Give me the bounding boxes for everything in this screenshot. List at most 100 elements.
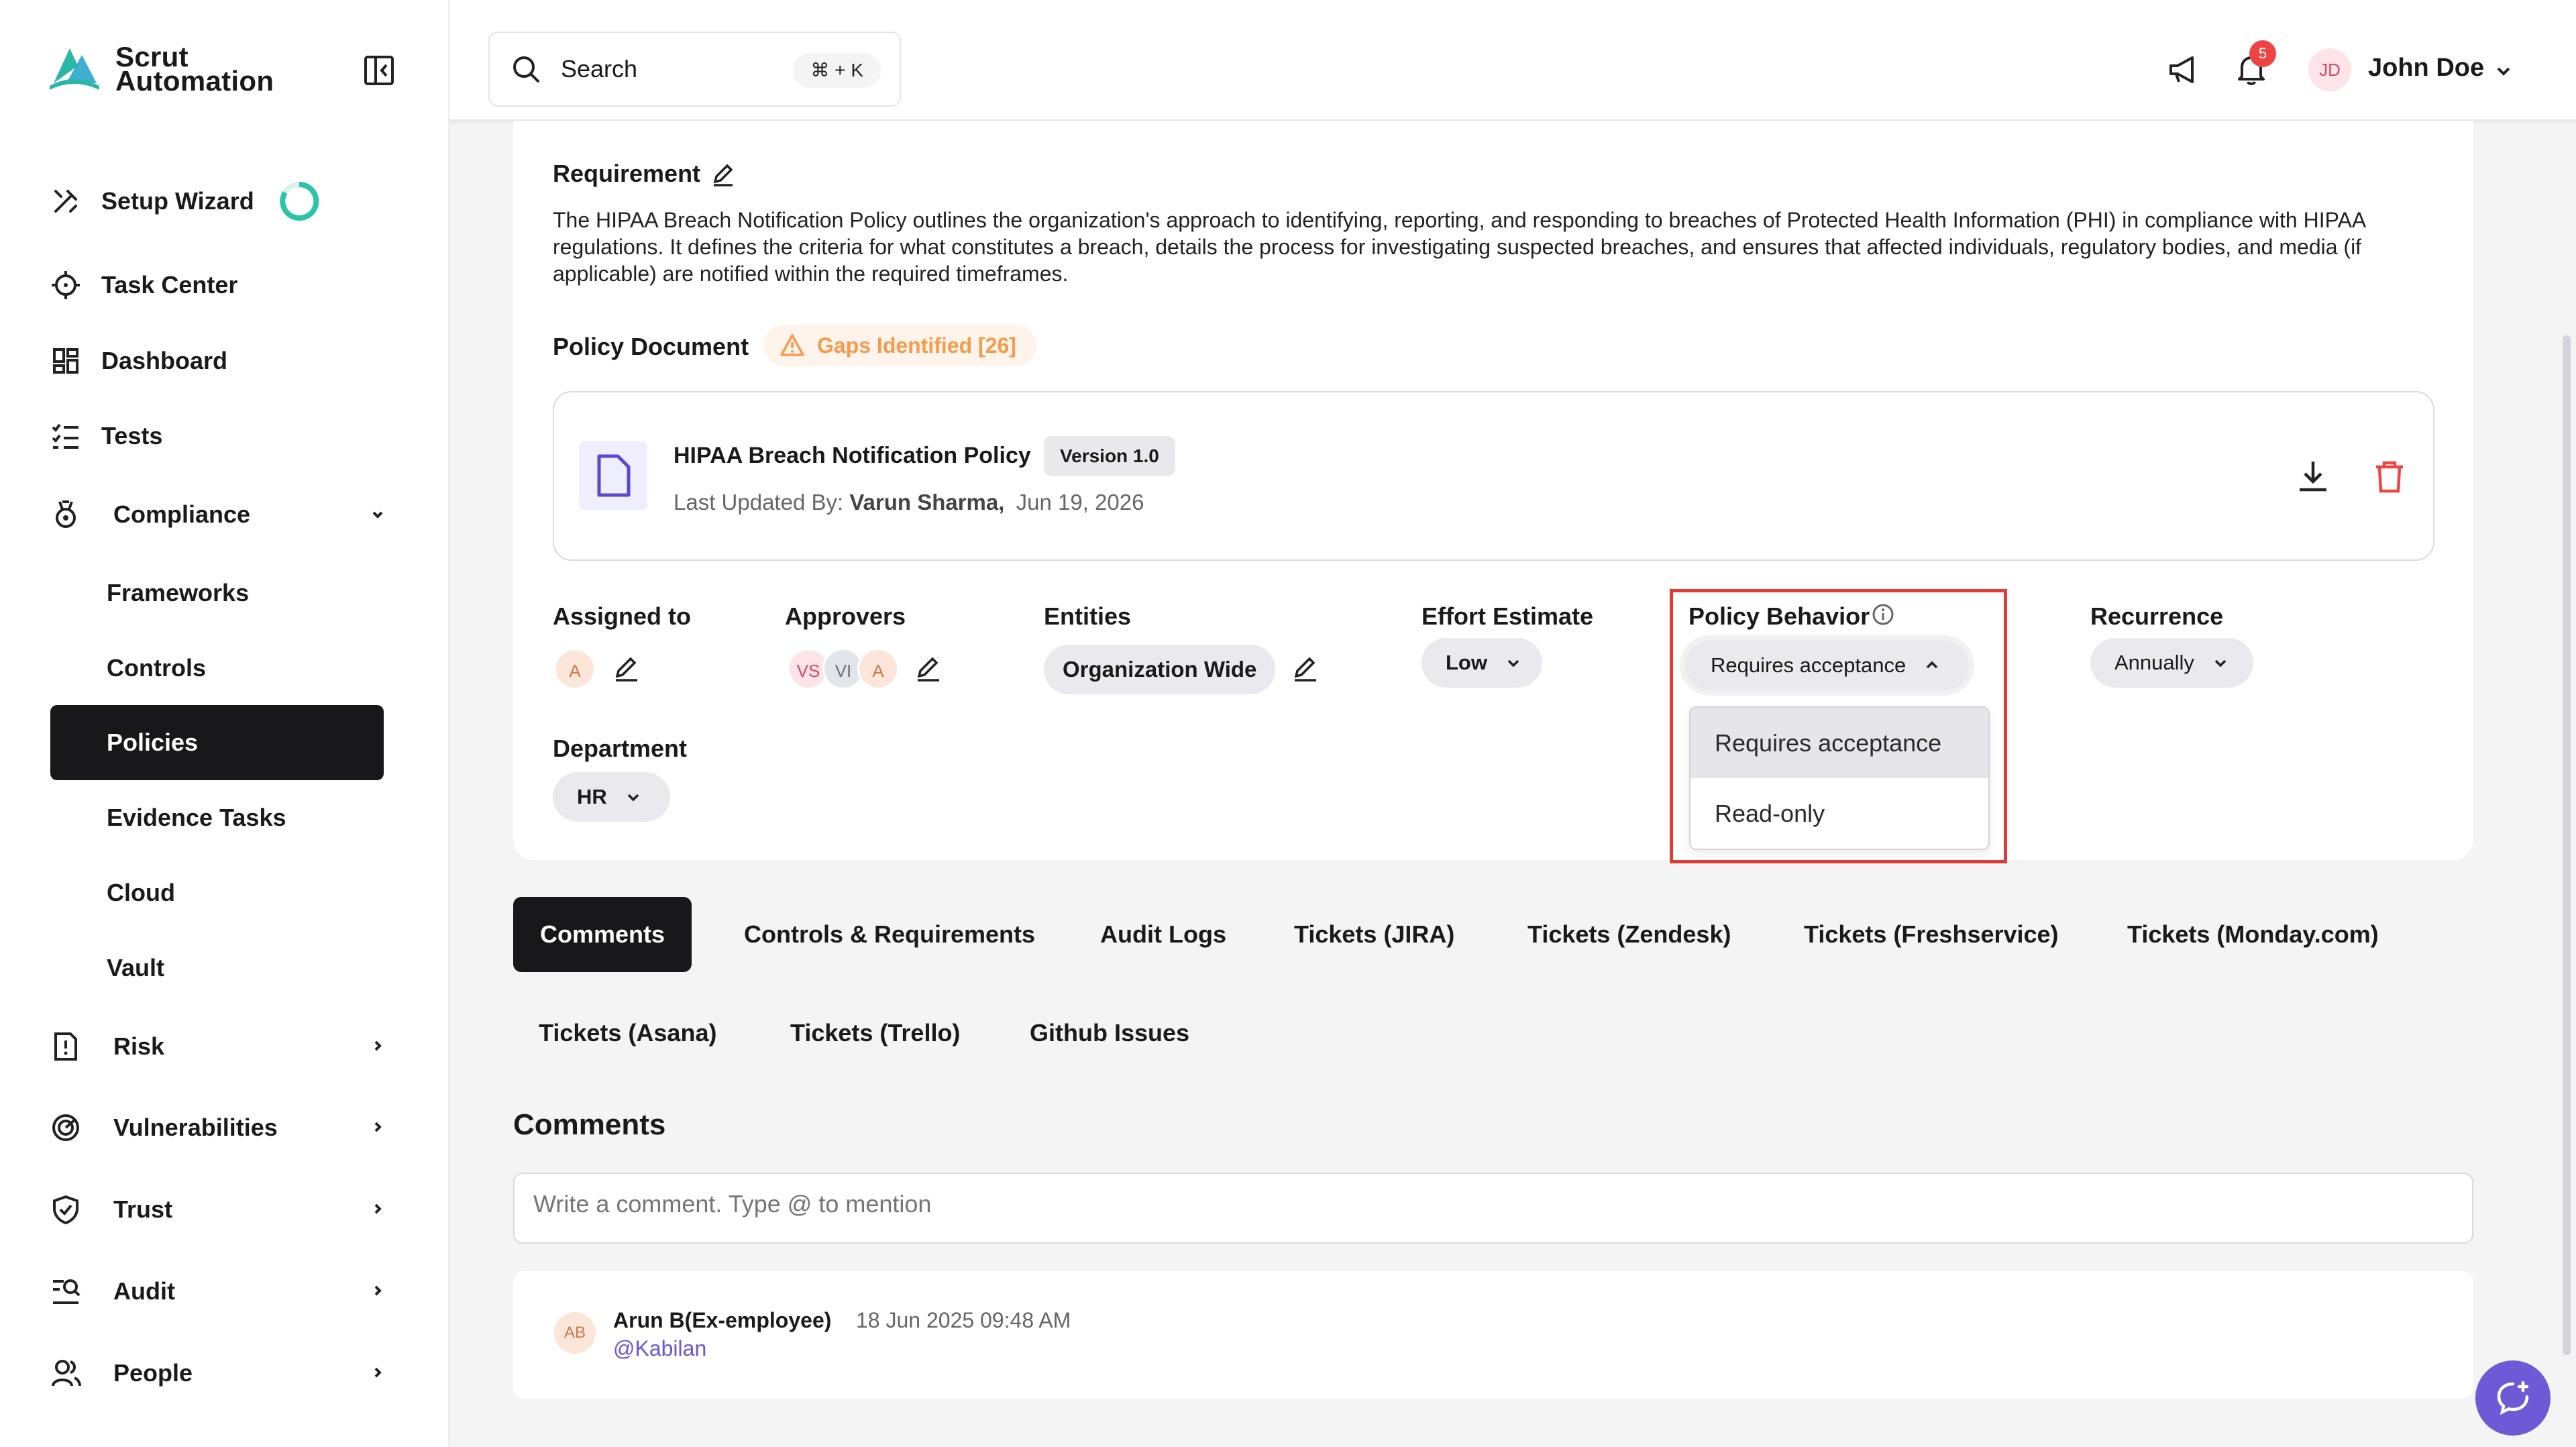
comment-input[interactable] [513,1173,2473,1244]
gaps-label: Gaps Identified [26] [817,333,1016,358]
sidebar-subitem-frameworks[interactable]: Frameworks [50,555,384,631]
brand[interactable]: Scrut Automation [47,42,274,97]
avatar[interactable]: A [857,648,899,690]
requirement-heading: Requirement [553,160,737,188]
edit-icon[interactable] [612,653,641,683]
policy-document-box [553,391,2434,561]
sidebar-collapse-icon[interactable] [362,54,396,87]
assigned-to-label: Assigned to [553,602,692,630]
version-badge: Version 1.0 [1044,436,1175,476]
sidebar-item-audit[interactable]: Audit [50,1254,386,1328]
sidebar-item-tests[interactable]: Tests [50,399,386,473]
edit-icon[interactable] [710,160,737,187]
audit-search-icon [50,1276,81,1307]
updated-date: Jun 19, 2026 [1016,490,1144,515]
chevron-right-icon[interactable] [366,1197,390,1221]
effort-select[interactable]: Low [1421,638,1542,688]
sidebar-subitem-vault[interactable]: Vault [50,930,384,1006]
sidebar-item-compliance[interactable]: Compliance [50,478,386,551]
sidebar-subitem-cloud[interactable]: Cloud [50,855,384,930]
chevron-right-icon[interactable] [366,1279,390,1303]
chevron-down-icon [627,794,639,802]
chat-support-button[interactable] [2475,1360,2551,1436]
recurrence-select[interactable]: Annually [2090,638,2253,688]
entities-value: Organization Wide [1063,657,1257,682]
sidebar-item-task-center[interactable]: Task Center [50,248,386,322]
sidebar-item-label: Vault [107,954,165,981]
sidebar-item-label: Setup Wizard [101,187,254,215]
brand-name: Scrut Automation [115,41,274,97]
sidebar-item-vulnerabilities[interactable]: Vulnerabilities [50,1091,386,1165]
scrollbar[interactable] [2563,335,2571,1355]
department-select[interactable]: HR [553,772,670,822]
sidebar-item-trust[interactable]: Trust [50,1173,386,1246]
sidebar-item-risk[interactable]: Risk [50,1010,386,1083]
document-icon [579,441,647,510]
recurrence-label: Recurrence [2090,602,2224,630]
search-shortcut: ⌘ + K [793,53,881,88]
avatar: AB [554,1312,596,1354]
people-icon [50,1358,81,1389]
notification-badge: 5 [2249,40,2276,67]
edit-icon[interactable] [914,653,943,683]
sidebar-item-dashboard[interactable]: Dashboard [50,324,386,398]
gaps-badge[interactable]: Gaps Identified [26] [763,325,1036,366]
trash-icon[interactable] [2371,458,2408,495]
tab-tickets-asana[interactable]: Tickets (Asana) [539,996,716,1071]
chevron-down-icon [2214,659,2226,667]
approvers-label: Approvers [785,602,906,630]
edit-icon[interactable] [1291,653,1320,683]
sidebar-subitem-policies[interactable]: Policies [50,705,384,780]
department-label: Department [553,735,688,762]
tab-controls-requirements[interactable]: Controls & Requirements [744,897,1035,972]
tab-github-issues[interactable]: Github Issues [1030,996,1189,1071]
search-icon [513,56,539,83]
chevron-down-icon[interactable] [366,502,390,526]
scrut-logo-icon [50,48,99,90]
effort-label: Effort Estimate [1421,602,1594,630]
sidebar-item-label: Vulnerabilities [113,1114,278,1141]
sidebar-item-label: Dashboard [101,347,228,374]
effort-value: Low [1446,651,1487,674]
megaphone-icon[interactable] [2165,51,2203,89]
sidebar-item-label: Cloud [107,879,175,906]
search-input[interactable]: Search ⌘ + K [488,32,901,107]
tab-comments[interactable]: Comments [513,897,692,972]
sidebar-subitem-evidence-tasks[interactable]: Evidence Tasks [50,780,384,855]
document-meta: Last Updated By: Varun Sharma, Jun 19, 2… [674,490,1144,515]
tab-tickets-zendesk[interactable]: Tickets (Zendesk) [1527,897,1731,972]
document-name[interactable]: HIPAA Breach Notification Policy [674,443,1031,469]
updated-by: Varun Sharma, [849,490,1005,515]
checklist-icon [50,421,81,451]
shield-icon [50,1194,81,1225]
recurrence-value: Annually [2114,651,2194,674]
avatar[interactable]: A [554,648,596,690]
sidebar-item-label: People [113,1359,193,1387]
wand-icon [50,186,81,217]
tab-tickets-freshservice[interactable]: Tickets (Freshservice) [1804,897,2059,972]
sidebar-item-people[interactable]: People [50,1336,386,1410]
avatar[interactable]: JD [2308,48,2351,91]
sidebar-subitem-controls[interactable]: Controls [50,631,384,706]
chevron-down-icon[interactable] [2490,58,2517,85]
requirement-text: The HIPAA Breach Notification Policy out… [553,208,2365,286]
chevron-right-icon[interactable] [366,1034,390,1058]
tab-tickets-jira[interactable]: Tickets (JIRA) [1294,897,1454,972]
chevron-right-icon[interactable] [366,1360,390,1385]
search-label: Search [561,55,638,83]
department-value: HR [577,785,607,808]
comment-body[interactable]: @Kabilan [613,1336,706,1361]
sidebar-item-setup-wizard[interactable]: Setup Wizard [50,164,386,238]
tab-tickets-monday[interactable]: Tickets (Monday.com) [2127,897,2379,972]
user-name[interactable]: John Doe [2368,54,2484,83]
entities-pill[interactable]: Organization Wide [1044,645,1276,694]
sidebar-item-label: Audit [113,1277,175,1305]
policy-document-heading: Policy Document [553,333,749,360]
highlight-box [1670,589,2007,863]
chevron-right-icon[interactable] [366,1115,390,1139]
tab-tickets-trello[interactable]: Tickets (Trello) [790,996,960,1071]
tab-audit-logs[interactable]: Audit Logs [1100,897,1226,972]
medal-icon [50,499,81,530]
sidebar-item-label: Compliance [113,500,251,528]
download-icon[interactable] [2294,458,2332,495]
